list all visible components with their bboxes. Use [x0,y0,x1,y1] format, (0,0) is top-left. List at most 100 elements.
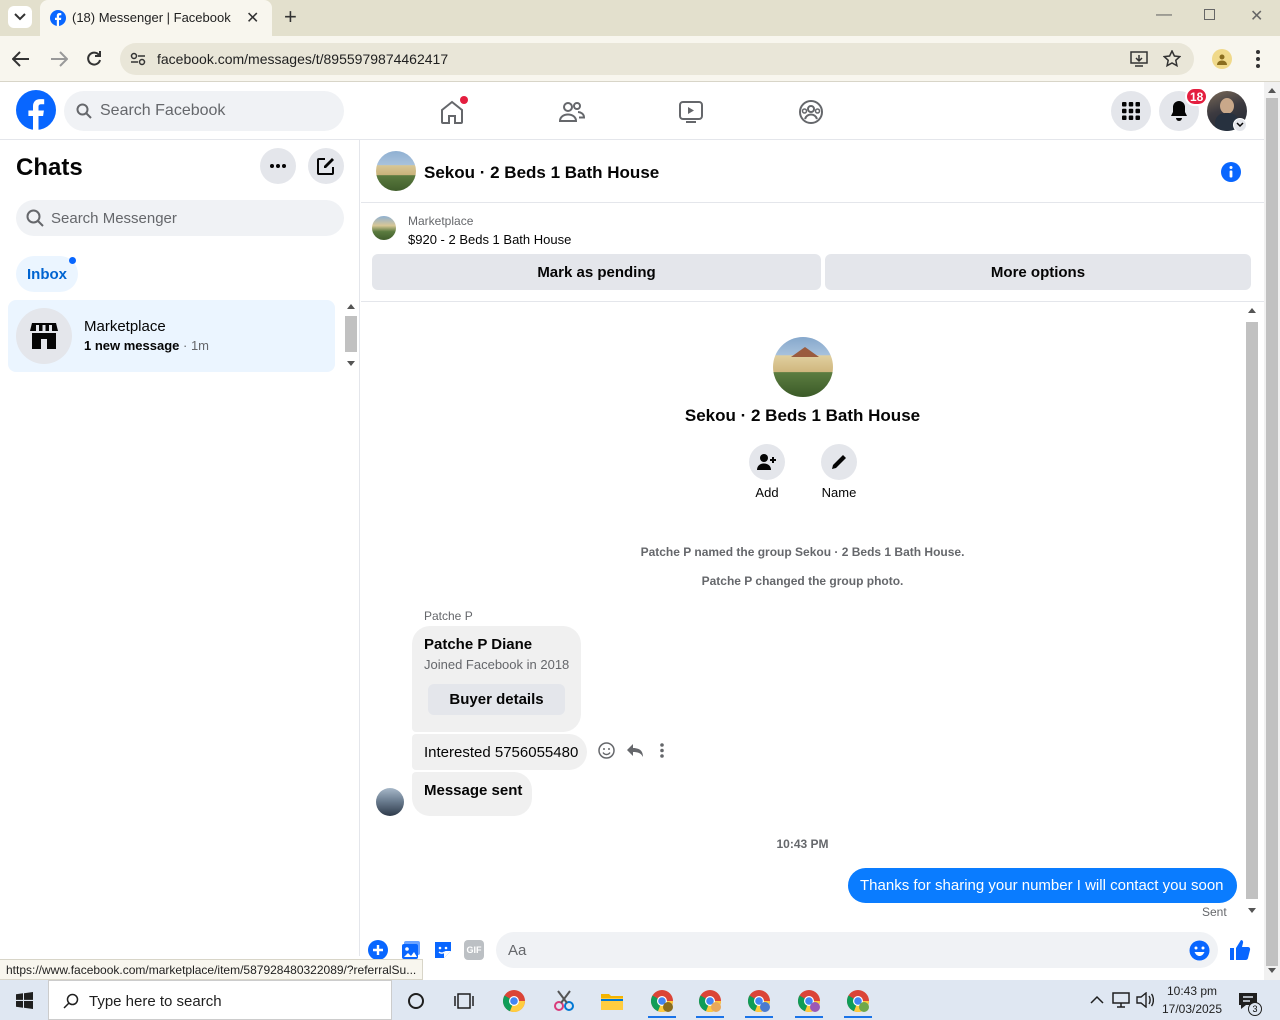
facebook-logo-icon[interactable] [16,90,56,130]
taskbar-file-explorer[interactable] [592,984,632,1018]
new-tab-button[interactable]: + [284,4,297,30]
url-text[interactable]: facebook.com/messages/t/8955979874462417 [157,51,448,67]
forward-arrow-icon[interactable] [50,51,68,67]
photo-icon[interactable] [401,940,421,960]
task-view-button[interactable] [444,984,484,1018]
chrome-icon [797,990,821,1013]
page-scrollbar[interactable] [1264,82,1280,980]
info-icon[interactable] [1221,162,1241,182]
message-timestamp: 10:43 PM [776,837,829,851]
nav-video[interactable] [635,90,747,134]
buyer-card: Patche P Diane Joined Facebook in 2018 B… [412,626,581,732]
taskbar-chrome-profile-5[interactable] [838,984,878,1018]
system-message: Patche P named the group Sekou · 2 Beds … [640,545,965,559]
status-url-bubble: https://www.facebook.com/marketplace/ite… [0,959,424,980]
pencil-icon [832,455,846,469]
back-arrow-icon[interactable] [12,51,30,67]
taskbar-snipping-tool[interactable] [544,984,584,1018]
message-input[interactable]: Aa [496,932,1218,968]
bookmark-star-icon[interactable] [1163,50,1181,68]
more-options-button[interactable]: More options [825,254,1251,290]
more-vertical-icon[interactable] [660,743,664,758]
listing-source: Marketplace [408,214,474,228]
new-message-button[interactable] [308,148,344,184]
conversation-avatar[interactable] [376,151,416,191]
address-bar[interactable]: facebook.com/messages/t/8955979874462417 [120,43,1194,75]
chrome-icon [698,990,722,1013]
volume-icon[interactable] [1136,992,1154,1008]
inbox-unread-dot [69,257,76,264]
network-icon[interactable] [1112,992,1130,1008]
menu-button[interactable] [1111,91,1151,131]
restore-button[interactable] [1204,9,1215,20]
minimize-button[interactable]: — [1156,6,1172,24]
reload-icon[interactable] [86,50,102,68]
thread-scrollbar[interactable] [1244,304,1260,920]
taskbar-chrome[interactable] [494,984,534,1018]
message-input-placeholder: Aa [508,942,527,959]
system-message: Patche P changed the group photo. [701,574,904,588]
search-icon [63,993,79,1009]
chrome-icon [846,990,870,1013]
group-photo[interactable] [773,337,833,397]
profile-icon[interactable] [1212,49,1232,69]
chat-list-scrollbar[interactable] [343,300,359,372]
video-icon [679,101,703,123]
add-people-button[interactable] [749,444,785,480]
chevron-down-icon [14,13,26,21]
tab-title: (18) Messenger | Facebook [72,10,231,25]
cortana-button[interactable] [396,984,436,1018]
windows-start-icon[interactable] [16,992,33,1009]
taskbar-date[interactable]: 17/03/2025 [1160,1002,1224,1016]
facebook-favicon-icon [50,10,66,26]
listing-thumbnail[interactable] [372,216,396,240]
inbox-label: Inbox [27,265,67,283]
reply-icon[interactable] [626,743,644,758]
thumbs-up-icon[interactable] [1229,939,1251,961]
chrome-icon [747,990,771,1013]
close-tab-icon[interactable]: ✕ [246,8,259,28]
more-horizontal-icon [270,164,286,168]
chats-options-button[interactable] [260,148,296,184]
conversation-title[interactable]: Sekou · 2 Beds 1 Bath House [424,163,659,183]
plus-circle-icon[interactable] [368,940,388,960]
account-dropdown[interactable] [1233,118,1247,132]
nav-groups[interactable] [755,90,867,134]
buyer-joined: Joined Facebook in 2018 [424,657,570,672]
emoji-icon[interactable] [1189,940,1210,961]
taskbar-chrome-profile-4[interactable] [789,984,829,1018]
chevron-up-icon[interactable] [1090,995,1104,1004]
friends-icon [559,102,585,122]
taskbar-time[interactable]: 10:43 pm [1160,984,1224,998]
mark-as-pending-button[interactable]: Mark as pending [372,254,821,290]
scissors-icon [554,990,574,1011]
buyer-details-button[interactable]: Buyer details [428,684,565,715]
conversation-pane: Sekou · 2 Beds 1 Bath House Marketplace … [361,140,1264,970]
grid-menu-icon [1122,102,1140,120]
chat-item-preview: 1 new message · 1m [84,338,210,353]
taskbar-chrome-profile-2[interactable] [690,984,730,1018]
taskbar-chrome-profile-3[interactable] [739,984,779,1018]
tab-search-button[interactable] [8,6,32,28]
edit-name-button[interactable] [821,444,857,480]
chat-list-item[interactable]: Marketplace 1 new message · 1m [8,300,335,372]
react-smiley-icon[interactable] [598,742,615,759]
taskbar-search[interactable]: Type here to search [48,980,392,1020]
name-label: Name [821,485,857,500]
sender-avatar[interactable] [376,788,404,816]
facebook-search-bar[interactable]: Search Facebook [64,91,344,131]
facebook-header: Search Facebook 18 [0,82,1264,140]
install-app-icon[interactable] [1130,51,1148,67]
nav-friends[interactable] [516,90,628,134]
gif-button[interactable]: GIF [464,940,484,960]
browser-menu-icon[interactable] [1256,50,1260,68]
listing-price-title[interactable]: $920 - 2 Beds 1 Bath House [408,232,571,247]
close-window-button[interactable]: ✕ [1250,6,1263,26]
site-settings-icon[interactable] [130,52,146,66]
nav-home[interactable] [396,90,508,134]
messenger-search-bar[interactable]: Search Messenger [16,200,344,236]
chrome-icon [650,990,674,1013]
taskbar-chrome-profile-1[interactable] [642,984,682,1018]
sticker-icon[interactable] [433,940,453,960]
browser-tab[interactable]: (18) Messenger | Facebook ✕ [40,0,272,36]
